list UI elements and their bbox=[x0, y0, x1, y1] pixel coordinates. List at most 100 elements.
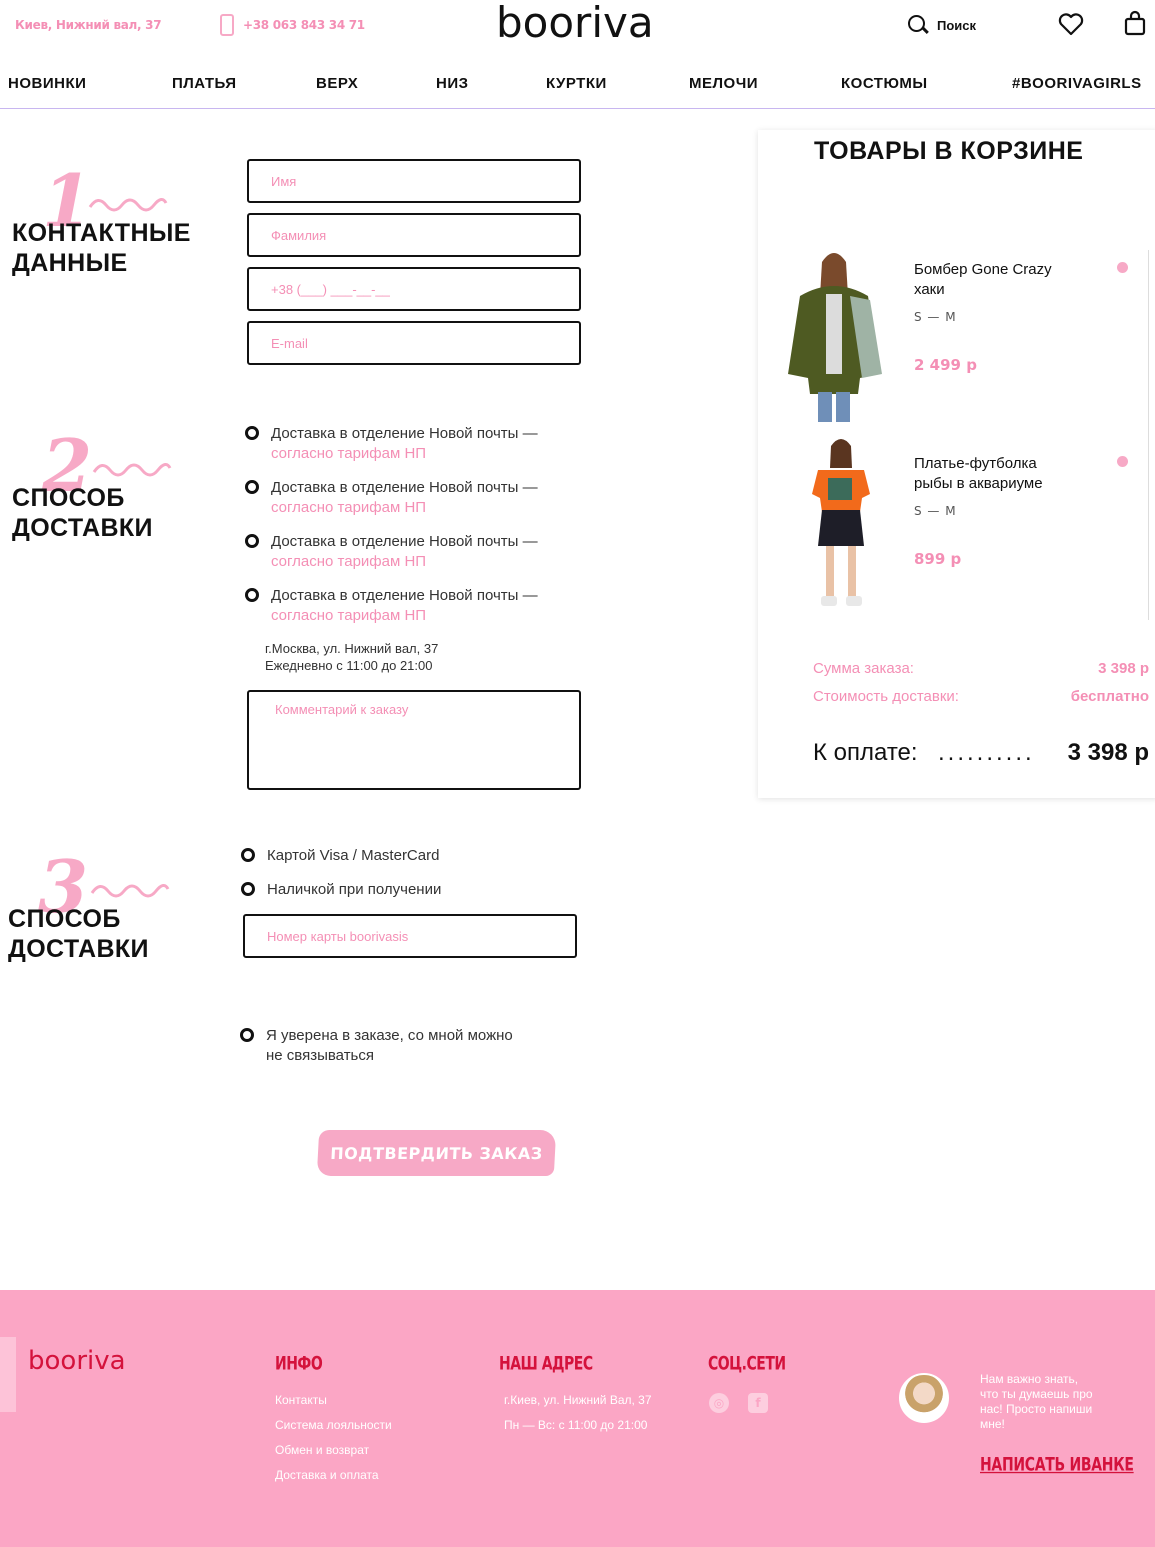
delivery-option-note: согласно тарифам НП bbox=[271, 553, 427, 570]
delivery-option-note: согласно тарифам НП bbox=[271, 607, 427, 624]
delivery-title-line1: СПОСОБ bbox=[12, 484, 125, 512]
delivery-option-note: согласно тарифам НП bbox=[271, 499, 427, 516]
footer-quote-line: мне! bbox=[980, 1417, 1005, 1431]
delivery-title-line2: ДОСТАВКИ bbox=[12, 514, 153, 542]
cart-item-2-size: S — M bbox=[914, 504, 957, 518]
footer-link-returns[interactable]: Обмен и возврат bbox=[275, 1443, 369, 1457]
no-call-line1: Я уверена в заказе, со мной можно bbox=[266, 1027, 513, 1044]
write-to-ivanka-link[interactable]: НАПИСАТЬ ИВАНКЕ bbox=[980, 1455, 1134, 1476]
no-call-option[interactable]: Я уверена в заказе, со мной можно не свя… bbox=[266, 1026, 513, 1066]
delivery-option-note: согласно тарифам НП bbox=[271, 445, 427, 462]
squiggle-decoration bbox=[92, 463, 172, 477]
footer-link-loyalty[interactable]: Система лояльности bbox=[275, 1418, 392, 1432]
nav-suits[interactable]: КОСТЮМЫ bbox=[841, 75, 928, 92]
nav-new[interactable]: НОВИНКИ bbox=[8, 75, 86, 92]
delivery-option-1[interactable]: Доставка в отделение Новой почты — согла… bbox=[271, 424, 538, 464]
total-label: К оплате: bbox=[813, 739, 918, 766]
confirm-order-button[interactable]: ПОДТВЕРДИТЬ ЗАКАЗ bbox=[316, 1130, 557, 1176]
payment-title-line2: ДОСТАВКИ bbox=[8, 935, 149, 963]
cart-item-2-name[interactable]: Платье-футболка рыбы в аквариуме bbox=[914, 454, 1043, 494]
pickup-address: г.Москва, ул. Нижний вал, 37 bbox=[265, 641, 439, 656]
footer-side-tab bbox=[0, 1337, 16, 1412]
delivery-radio-1[interactable] bbox=[245, 426, 259, 440]
cart-title: ТОВАРЫ В КОРЗИНЕ bbox=[814, 137, 1084, 165]
nav-accessories[interactable]: МЕЛОЧИ bbox=[689, 75, 758, 92]
delivery-radio-3[interactable] bbox=[245, 534, 259, 548]
cart-item-2-price: 899 р bbox=[914, 550, 962, 568]
payment-radio-card[interactable] bbox=[241, 848, 255, 862]
delivery-option-2[interactable]: Доставка в отделение Новой почты — согла… bbox=[271, 478, 538, 518]
email-field[interactable]: E-mail bbox=[247, 321, 581, 365]
footer-social-heading: СОЦ.СЕТИ bbox=[708, 1354, 786, 1375]
instagram-icon[interactable]: ◎ bbox=[709, 1393, 729, 1413]
search-icon-handle bbox=[922, 26, 929, 34]
squiggle-decoration bbox=[88, 198, 168, 212]
phone-field[interactable]: +38 (___) ___-__-__ bbox=[247, 267, 581, 311]
cart-scrollbar[interactable] bbox=[1148, 250, 1149, 620]
cart-item-1-price: 2 499 р bbox=[914, 356, 977, 374]
footer-info-heading: ИНФО bbox=[275, 1354, 323, 1375]
order-sum-value: 3 398 р bbox=[1098, 660, 1149, 677]
footer-quote: Нам важно знать, что ты думаешь про нас!… bbox=[980, 1372, 1115, 1432]
pickup-info: г.Москва, ул. Нижний вал, 37 Ежедневно с… bbox=[265, 640, 438, 674]
nav-divider bbox=[0, 108, 1155, 109]
footer-logo[interactable]: booriva bbox=[28, 1346, 126, 1376]
delivery-option-label: Доставка в отделение Новой почты — bbox=[271, 425, 538, 442]
payment-title: СПОСОБ ДОСТАВКИ bbox=[8, 904, 149, 964]
cart-item-1-name[interactable]: Бомбер Gone Crazy хаки bbox=[914, 260, 1052, 300]
footer-quote-line: Нам важно знать, bbox=[980, 1372, 1079, 1386]
no-call-line2: не связываться bbox=[266, 1047, 374, 1064]
delivery-title: СПОСОБ ДОСТАВКИ bbox=[12, 483, 153, 543]
remove-item-icon[interactable] bbox=[1117, 262, 1128, 273]
site-logo[interactable]: booriva bbox=[496, 0, 654, 47]
total-dots: .......... bbox=[938, 739, 1035, 766]
footer-link-delivery[interactable]: Доставка и оплата bbox=[275, 1468, 379, 1482]
footer-link-contacts[interactable]: Контакты bbox=[275, 1393, 327, 1407]
nav-booriva-girls[interactable]: #BOORIVAGIRLS bbox=[1012, 75, 1142, 92]
product-image-tshirt-dress[interactable] bbox=[806, 436, 876, 612]
contact-title-line2: ДАННЫЕ bbox=[12, 249, 128, 277]
delivery-option-4[interactable]: Доставка в отделение Новой почты — согла… bbox=[271, 586, 538, 626]
remove-item-icon[interactable] bbox=[1117, 456, 1128, 467]
cart-item-1-size: S — M bbox=[914, 310, 957, 324]
heart-icon[interactable] bbox=[1058, 12, 1084, 36]
search-label[interactable]: Поиск bbox=[937, 18, 976, 33]
card-number-field[interactable]: Номер карты boorivasis bbox=[243, 914, 577, 958]
payment-radio-cash[interactable] bbox=[241, 882, 255, 896]
phone-icon bbox=[220, 14, 234, 36]
footer-quote-line: нас! Просто напиши bbox=[980, 1402, 1093, 1416]
total-value: 3 398 р bbox=[1067, 739, 1149, 766]
nav-dresses[interactable]: ПЛАТЬЯ bbox=[172, 75, 237, 92]
delivery-cost-value: бесплатно bbox=[1070, 688, 1149, 705]
contact-title-line1: КОНТАКТНЫЕ bbox=[12, 219, 191, 247]
contact-title: КОНТАКТНЫЕ ДАННЫЕ bbox=[12, 218, 191, 278]
payment-option-card[interactable]: Картой Visa / MasterCard bbox=[267, 846, 439, 866]
avatar bbox=[899, 1373, 949, 1423]
footer-address: г.Киев, ул. Нижний Вал, 37 bbox=[504, 1393, 652, 1407]
footer-hours: Пн — Вс: с 11:00 до 21:00 bbox=[504, 1418, 648, 1432]
facebook-icon[interactable]: f bbox=[748, 1393, 768, 1413]
order-sum-label: Сумма заказа: bbox=[813, 660, 914, 677]
delivery-option-label: Доставка в отделение Новой почты — bbox=[271, 533, 538, 550]
nav-bottoms[interactable]: НИЗ bbox=[436, 75, 469, 92]
delivery-radio-4[interactable] bbox=[245, 588, 259, 602]
delivery-radio-2[interactable] bbox=[245, 480, 259, 494]
surname-field[interactable]: Фамилия bbox=[247, 213, 581, 257]
header-address: Киев, Нижний вал, 37 bbox=[15, 18, 162, 32]
nav-tops[interactable]: ВЕРХ bbox=[316, 75, 358, 92]
delivery-option-3[interactable]: Доставка в отделение Новой почты — согла… bbox=[271, 532, 538, 572]
order-comment-textarea[interactable]: Комментарий к заказу bbox=[247, 690, 581, 790]
cart-item-2-name-line1: Платье-футболка bbox=[914, 455, 1037, 472]
product-image-bomber[interactable] bbox=[786, 246, 882, 422]
header-phone[interactable]: +38 063 843 34 71 bbox=[243, 18, 365, 32]
name-field[interactable]: Имя bbox=[247, 159, 581, 203]
delivery-cost-label: Стоимость доставки: bbox=[813, 688, 959, 705]
nav-jackets[interactable]: КУРТКИ bbox=[546, 75, 607, 92]
cart-item-1-name-line2: хаки bbox=[914, 281, 945, 298]
pickup-hours: Ежедневно с 11:00 до 21:00 bbox=[265, 658, 433, 673]
footer-quote-line: что ты думаешь про bbox=[980, 1387, 1093, 1401]
no-call-radio[interactable] bbox=[240, 1028, 254, 1042]
cart-bag-icon[interactable] bbox=[1124, 10, 1146, 36]
squiggle-decoration bbox=[90, 884, 170, 898]
payment-option-cash[interactable]: Наличкой при получении bbox=[267, 880, 441, 900]
